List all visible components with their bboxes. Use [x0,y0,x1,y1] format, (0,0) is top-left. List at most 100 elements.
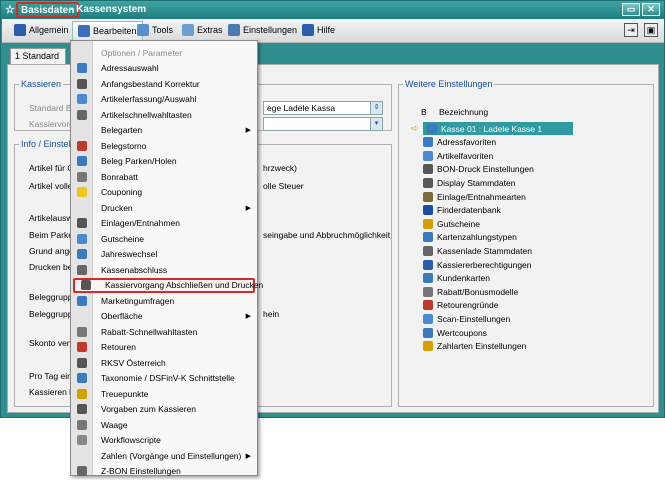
menu-item[interactable]: Marketingumfragen [71,293,257,309]
toolbar-tools[interactable]: Tools [137,24,173,36]
tree-item-icon [423,232,433,243]
tree-item[interactable]: Kundenkarten [423,272,490,285]
menu-item-icon [77,435,87,446]
menu-item[interactable]: Zahlen (Vorgänge und Einstellungen) ▶ [71,448,257,464]
tree-item[interactable]: Gutscheine [423,217,480,230]
tree-item[interactable]: Adressfavoriten [423,136,496,149]
menu-item[interactable]: Vorgaben zum Kassieren [71,402,257,418]
toolbar-extras[interactable]: Extras [182,24,223,36]
menu-item-label: Rabatt-Schnellwahltasten [101,326,198,337]
menu-item[interactable]: Jahreswechsel [71,247,257,263]
tree-item[interactable]: Scan-Einstellungen [423,312,510,325]
menu-item[interactable]: Treuepunkte [71,386,257,402]
close-button[interactable]: ✕ [642,3,660,16]
tree-item-icon [423,313,433,324]
tree-item-icon [423,300,433,311]
menu-item[interactable]: Adressauswahl [71,61,257,77]
menu-item-icon [77,466,87,477]
weitere-group: Weitere Einstellungen B Bezeichnung ➪ Ka… [398,79,654,407]
tree-item[interactable]: Finderdatenbank [423,204,501,217]
toolbar-label: Bearbeiten [93,26,137,36]
edit-icon [78,25,90,37]
tree-item[interactable]: Zahlarten Einstellungen [423,340,526,353]
menu-item[interactable]: Artikelerfassung/Auswahl [71,92,257,108]
menu-item[interactable]: Bonrabatt [71,169,257,185]
exit-icon[interactable]: ⇥ [624,23,638,37]
menu-item-label: Kassiervorgang Abschließen und Drucken [105,280,264,291]
menu-item[interactable]: Drucken ▶ [71,200,257,216]
menu-item[interactable]: Artikelschnellwahltasten [71,107,257,123]
menu-item-icon [77,109,87,120]
menu-item[interactable]: Einlagen/Entnahmen [71,216,257,232]
toolbar-label: Extras [197,25,223,35]
menu-item[interactable]: Kassiervorgang Abschließen und Drucken [73,277,263,294]
menu-item[interactable]: Belegarten ▶ [71,123,257,139]
tree-item[interactable]: Retourengründe [423,299,498,312]
menu-item-icon [77,187,87,198]
menu-item[interactable]: Taxonomie / DSFinV-K Schnittstelle [71,371,257,387]
tree-item[interactable]: Artikelfavoriten [423,149,493,162]
menu-item-icon [77,264,87,275]
menu-item-icon [77,218,87,229]
menu-item[interactable]: Couponing [71,185,257,201]
menu-item-label: Einlagen/Entnahmen [101,218,180,229]
tree-item-label: Adressfavoriten [437,137,497,148]
menu-item-label: Artikelschnellwahltasten [101,109,192,120]
maximize-button[interactable]: ▭ [622,3,640,16]
title-bar: ☆ Basisdaten - Kassensystem ▭ ✕ [1,1,664,19]
tree-item-icon [423,259,433,270]
save-icon[interactable]: ▣ [644,23,658,37]
info-row-value: seingabe und Abbruchmöglichkeit [263,230,391,240]
toolbar-allgemein[interactable]: Allgemein [14,24,69,36]
menu-item-label: Belegstorno [101,140,147,151]
menu-item[interactable]: Kassenabschluss [71,262,257,278]
menu-item-label: Z-BON Einstellungen [101,466,181,477]
tree-item-label: Gutscheine [437,218,480,229]
menu-item[interactable]: Belegstorno [71,138,257,154]
menu-item-icon [77,342,87,353]
menu-item[interactable]: RKSV Österreich [71,355,257,371]
menu-item-label: Jahreswechsel [101,249,158,260]
tree-item-label: Scan-Einstellungen [437,313,511,324]
menu-item-icon [77,249,87,260]
tree-item[interactable]: Kartenzahlungstypen [423,231,517,244]
tree-item-icon [423,273,433,284]
spin-icon[interactable]: ⇕ [370,102,382,114]
chevron-down-icon[interactable]: ▾ [370,118,382,130]
tree-item[interactable]: Kassiererberechtigungen [423,258,532,271]
menu-item[interactable]: Workflowscripte [71,433,257,449]
toolbar-bearbeiten[interactable]: Bearbeiten [72,21,143,41]
menu-item-label: Couponing [101,187,143,198]
menu-item[interactable]: Waage [71,417,257,433]
toolbar-hilfe[interactable]: Hilfe [302,24,335,36]
settings-icon [228,24,240,36]
tree-item-label: Kundenkarten [437,273,490,284]
menu-item[interactable]: Rabatt-Schnellwahltasten [71,324,257,340]
menu-item: Optionen / Parameter [71,45,257,61]
tree-item[interactable]: Display Stammdaten [423,176,515,189]
menu-item-label: Kassenabschluss [101,264,168,275]
menu-item[interactable]: Beleg Parken/Holen [71,154,257,170]
kasse-input[interactable]: ege Ladele Kassa ⇕ [263,101,383,115]
menu-item[interactable]: Z-BON Einstellungen [71,464,257,480]
menu-item[interactable]: Anfangsbestand Korrektur [71,76,257,92]
tree-item[interactable]: Rabatt/Bonusmodelle [423,285,518,298]
tree-item[interactable]: Kassenlade Stammdaten [423,244,532,257]
window-title: - Kassensystem [70,4,147,15]
menu-item-label: Treuepunkte [101,388,149,399]
kassiervorgang-select[interactable]: ▾ [263,117,383,131]
menu-item[interactable]: Retouren [71,340,257,356]
menu-item-label: Waage [101,419,128,430]
tree-item[interactable]: BON-Druck Einstellungen [423,163,534,176]
menu-item-label: Workflowscripte [101,435,161,446]
tree-item[interactable]: Einlage/Entnahmearten [423,190,526,203]
menu-item-icon [77,156,87,167]
window-controls: ▭ ✕ [622,3,660,16]
tree-item[interactable]: Wertcoupons [423,326,487,339]
menu-item[interactable]: Gutscheine [71,231,257,247]
tab-standard[interactable]: 1 Standard [10,48,66,64]
toolbar-einstellungen[interactable]: Einstellungen [228,24,297,36]
menu-item[interactable]: Oberfläche ▶ [71,309,257,325]
tree-item[interactable]: Kasse 01 : Ladele Kasse 1 [423,122,573,135]
menu-item-label: Marketingumfragen [101,295,175,306]
